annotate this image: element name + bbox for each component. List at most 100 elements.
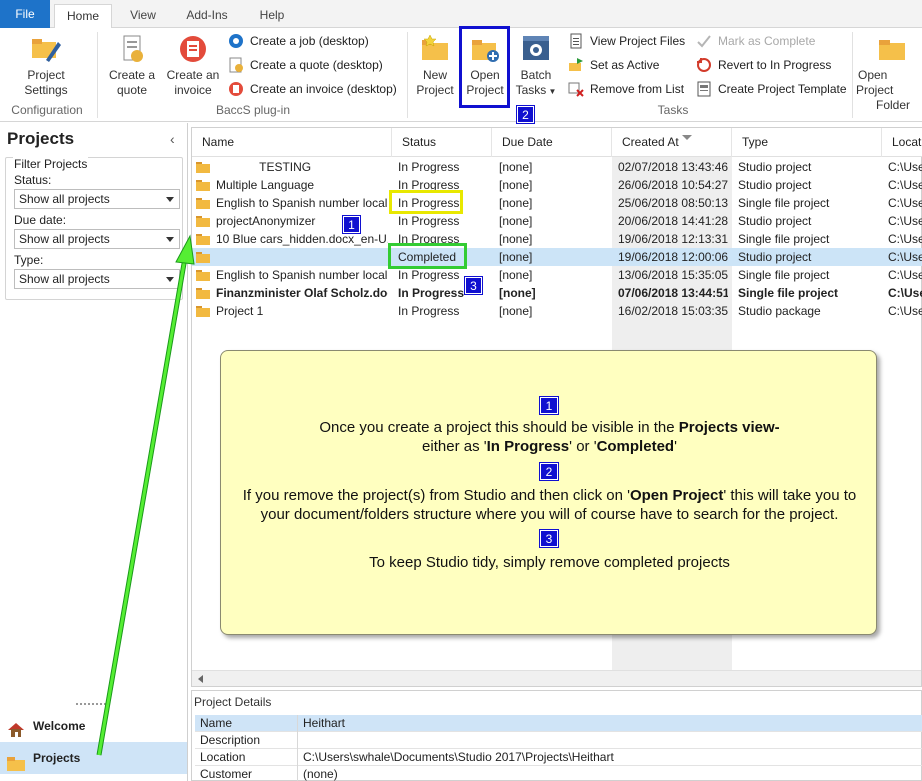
details-row: Name Heithart <box>195 715 922 732</box>
cell-status: In Progress <box>398 304 460 318</box>
remove-from-list-button[interactable]: Remove from List <box>568 79 684 99</box>
note-line-3: If you remove the project(s) from Studio… <box>221 486 878 505</box>
cell-type: Studio project <box>738 250 812 264</box>
open-project-highlight <box>459 26 510 108</box>
create-job-desktop-button[interactable]: Create a job (desktop) <box>228 31 369 51</box>
column-header-created-at[interactable]: Created At <box>612 128 732 157</box>
table-row[interactable]: Multiple Language In Progress [none] 26/06/… <box>192 176 922 194</box>
project-settings-button[interactable]: Project Settings <box>14 34 78 98</box>
tab-help[interactable]: Help <box>250 4 294 28</box>
column-header-due-date[interactable]: Due Date <box>492 128 612 157</box>
note-line-2d: Completed <box>596 438 675 455</box>
status-filter-select[interactable]: Show all projects <box>14 189 180 209</box>
cell-due-date: [none] <box>499 178 533 192</box>
table-row[interactable]: English to Spanish number locali... In Pr… <box>192 266 922 284</box>
set-active-icon <box>568 57 584 73</box>
cell-type: Studio project <box>738 214 812 228</box>
cell-name: English to Spanish number locali... <box>216 268 388 282</box>
set-as-active-label: Set as Active <box>590 58 660 72</box>
cell-name: Multiple Language <box>216 178 315 192</box>
details-key: Name <box>200 716 233 730</box>
column-header-name[interactable]: Name <box>192 128 392 157</box>
cell-type: Studio project <box>738 178 812 192</box>
revert-to-in-progress-label: Revert to In Progress <box>718 58 832 72</box>
mark-as-complete-button[interactable]: Mark as Complete <box>696 31 815 51</box>
nav-projects[interactable]: Projects <box>0 742 187 774</box>
project-folder-icon <box>196 234 210 245</box>
scroll-left-icon[interactable] <box>198 675 203 683</box>
panel-resize-grip[interactable] <box>76 703 106 706</box>
cell-type: Studio project <box>738 160 812 174</box>
column-header-status[interactable]: Status <box>392 128 492 157</box>
cell-name: English to Spanish number locali... <box>216 196 388 210</box>
batch-tasks-button[interactable]: Batch Tasks ▼ <box>514 34 558 99</box>
cell-due-date: [none] <box>499 286 536 300</box>
table-row[interactable]: TESTING In Progress [none] 02/07/2018 13:43… <box>192 158 922 176</box>
cell-status: In Progress <box>398 214 460 228</box>
open-project-folder-button[interactable]: Open Project Folder <box>856 34 922 113</box>
callout-3: 3 <box>465 277 482 294</box>
details-value: C:\Users\swhale\Documents\Studio 2017\Pr… <box>303 750 614 764</box>
tab-view[interactable]: View <box>120 4 166 28</box>
column-header-type[interactable]: Type <box>732 128 882 157</box>
home-icon <box>7 718 25 737</box>
tab-home[interactable]: Home <box>54 4 112 29</box>
create-quote-desktop-button[interactable]: Create a quote (desktop) <box>228 55 383 75</box>
column-header-location[interactable]: Locati <box>882 128 922 157</box>
details-separator <box>297 766 298 781</box>
create-quote-button[interactable]: Create a quote <box>106 34 158 98</box>
create-project-template-button[interactable]: Create Project Template <box>696 79 847 99</box>
view-project-files-button[interactable]: View Project Files <box>568 31 685 51</box>
table-row[interactable]: Completed [none] 19/06/2018 12:00:06 Studio… <box>192 248 922 266</box>
group-separator <box>407 32 408 118</box>
create-invoice-button[interactable]: Create an invoice <box>164 34 222 98</box>
nav-projects-label: Projects <box>33 751 81 765</box>
in-progress-highlight <box>389 190 463 214</box>
new-project-label-2: Project <box>416 83 454 97</box>
cell-type: Single file project <box>738 286 839 300</box>
cell-location: C:\Use <box>888 196 922 210</box>
collapse-panel-icon[interactable]: ‹ <box>170 131 175 147</box>
table-row[interactable]: Finanzminister Olaf Scholz.doc... In Prog… <box>192 284 922 302</box>
sort-descending-icon <box>682 135 692 140</box>
create-quote-label-2: quote <box>116 83 148 97</box>
tab-addins[interactable]: Add-Ins <box>176 4 238 28</box>
table-row[interactable]: 10 Blue cars_hidden.docx_en-U... In Progr… <box>192 230 922 248</box>
cell-location: C:\Use <box>888 214 922 228</box>
new-project-button[interactable]: New Project <box>414 34 456 98</box>
cell-created-at: 20/06/2018 14:41:28 <box>618 214 728 228</box>
cell-location: C:\Use <box>888 232 922 246</box>
details-value: Heithart <box>303 716 346 730</box>
note-line-3b: Open Project <box>629 487 724 504</box>
cell-due-date: [none] <box>499 160 533 174</box>
cell-type: Single file project <box>738 232 830 246</box>
cell-type: Studio package <box>738 304 821 318</box>
details-separator <box>297 749 298 766</box>
create-invoice-icon <box>177 34 209 64</box>
note-line-1c: - <box>774 419 780 436</box>
filter-title: Filter Projects <box>13 157 89 171</box>
due-date-filter-select[interactable]: Show all projects <box>14 229 180 249</box>
revert-to-in-progress-button[interactable]: Revert to In Progress <box>696 55 831 75</box>
type-filter-select[interactable]: Show all projects <box>14 269 180 289</box>
horizontal-scrollbar[interactable] <box>192 670 921 686</box>
create-invoice-desktop-button[interactable]: Create an invoice (desktop) <box>228 79 397 99</box>
status-filter-label: Status: <box>14 173 52 187</box>
batch-tasks-icon <box>520 34 552 64</box>
cell-created-at: 19/06/2018 12:13:31 <box>618 232 728 246</box>
cell-location: C:\Use <box>888 250 922 264</box>
open-project-folder-label-1: Open Project <box>856 68 894 97</box>
invoice-desktop-icon <box>228 81 244 97</box>
status-filter-value: Show all projects <box>19 192 110 206</box>
table-row[interactable]: projectAnonymizer In Progress [none] 20/06/… <box>192 212 922 230</box>
project-details-panel: Project Details Name Heithart Description L… <box>191 690 922 781</box>
project-folder-icon <box>196 288 210 299</box>
set-as-active-button[interactable]: Set as Active <box>568 55 659 75</box>
table-row[interactable]: English to Spanish number locali... In Pr… <box>192 194 922 212</box>
tab-file[interactable]: File <box>0 0 50 28</box>
callout-2: 2 <box>517 106 534 123</box>
table-row[interactable]: Project 1 In Progress [none] 16/02/2018 15:… <box>192 302 922 320</box>
note-line-2e: ' <box>674 438 677 455</box>
note-line-3a: If you remove the project(s) from Studio… <box>242 487 630 504</box>
nav-welcome[interactable]: Welcome <box>0 710 187 742</box>
